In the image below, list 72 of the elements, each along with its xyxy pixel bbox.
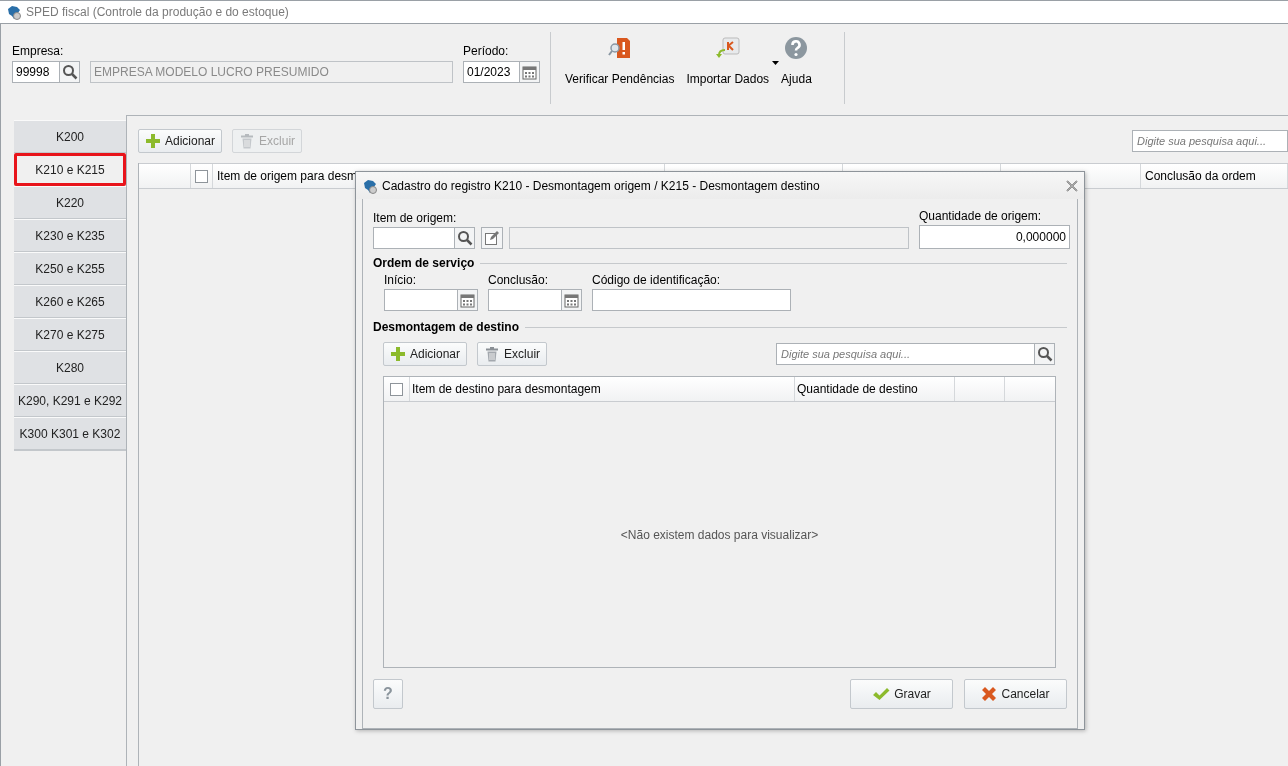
calendar-button[interactable] (458, 289, 478, 311)
search-icon (61, 64, 78, 80)
add-button[interactable]: Adicionar (138, 128, 223, 153)
checkbox[interactable] (390, 382, 403, 396)
search-button[interactable] (455, 227, 475, 249)
calendar-icon (460, 292, 475, 308)
date-field[interactable] (488, 289, 562, 311)
add-button[interactable]: Adicionar (383, 342, 468, 366)
save-button[interactable]: Gravar (850, 679, 953, 709)
field-label: Código de identificação: (592, 273, 722, 287)
input-field[interactable] (509, 227, 909, 249)
empty-message: <Não existem dados para visualizar> (620, 527, 819, 542)
field-label: Início: (384, 273, 417, 287)
checkmark-icon (872, 686, 891, 702)
tab[interactable]: K270 e K275 (14, 318, 126, 351)
verify-button[interactable]: Verificar Pendências (561, 32, 679, 90)
input-field[interactable] (373, 227, 455, 249)
company-code-field[interactable]: 99998 (12, 61, 60, 83)
search-field[interactable]: Digite sua pesquisa aqui... (1132, 129, 1288, 152)
field-label: Período: (463, 44, 510, 58)
tab[interactable]: K250 e K255 (14, 252, 126, 285)
section-title: Desmontagem de destino (373, 320, 520, 334)
app-logo-icon (362, 177, 378, 194)
edit-button[interactable] (481, 227, 503, 249)
tab[interactable]: K210 e K215 (14, 153, 126, 186)
document-warning-icon (607, 36, 632, 60)
search-icon (456, 230, 473, 246)
section-title: Ordem de serviço (373, 256, 475, 270)
window-title: SPED fiscal (Controle da produção e do estoque) (26, 5, 289, 19)
tab[interactable]: K290, K291 e K292 (14, 384, 126, 417)
search-icon (1036, 346, 1053, 362)
column-header[interactable]: Item de destino para desmontagem (412, 382, 601, 396)
column-header[interactable]: Conclusão da ordem (1145, 169, 1256, 183)
cancel-button[interactable]: Cancelar (964, 679, 1067, 709)
search-field[interactable]: Digite sua pesquisa aqui... (776, 343, 1035, 365)
tab[interactable]: K220 (14, 186, 126, 219)
help-icon (784, 36, 809, 60)
tab[interactable]: K280 (14, 351, 126, 384)
field-label: Empresa: (12, 44, 65, 58)
close-icon[interactable] (1066, 179, 1078, 192)
app-logo-icon (6, 4, 22, 20)
search-button[interactable] (1035, 343, 1055, 365)
field-label: Quantidade de origem: (919, 209, 1043, 223)
date-field[interactable] (384, 289, 458, 311)
help-button[interactable]: Ajuda (777, 32, 816, 90)
period-field[interactable]: 01/2023 (463, 61, 520, 83)
caret-icon[interactable] (772, 61, 780, 65)
input-field[interactable]: 0,000000 (919, 225, 1070, 249)
tab[interactable]: K230 e K235 (14, 219, 126, 252)
calendar-icon (522, 64, 537, 80)
tab[interactable]: K260 e K265 (14, 285, 126, 318)
calendar-button[interactable] (520, 61, 540, 83)
plus-icon (145, 132, 161, 149)
calendar-button[interactable] (562, 289, 582, 311)
trash-icon (239, 132, 256, 149)
input-field[interactable] (592, 289, 791, 311)
calendar-icon (564, 292, 579, 308)
delete-button[interactable]: Excluir (477, 342, 548, 366)
tab[interactable]: K300 K301 e K302 (14, 417, 126, 450)
edit-icon (484, 230, 500, 246)
plus-icon (390, 346, 406, 362)
import-icon (715, 36, 740, 60)
cross-icon (981, 686, 998, 702)
tab[interactable]: K200 (14, 120, 126, 153)
field-label: Conclusão: (488, 273, 550, 287)
column-header[interactable]: Quantidade de destino (797, 382, 918, 396)
trash-icon (484, 346, 501, 362)
search-button[interactable] (60, 61, 80, 83)
checkbox[interactable] (195, 169, 208, 183)
dialog-title: Cadastro do registro K210 - Desmontagem origem / K215 - Desmontagem destino (382, 178, 821, 193)
field-label: Item de origem: (373, 211, 458, 225)
import-button[interactable]: Importar Dados (682, 32, 774, 90)
